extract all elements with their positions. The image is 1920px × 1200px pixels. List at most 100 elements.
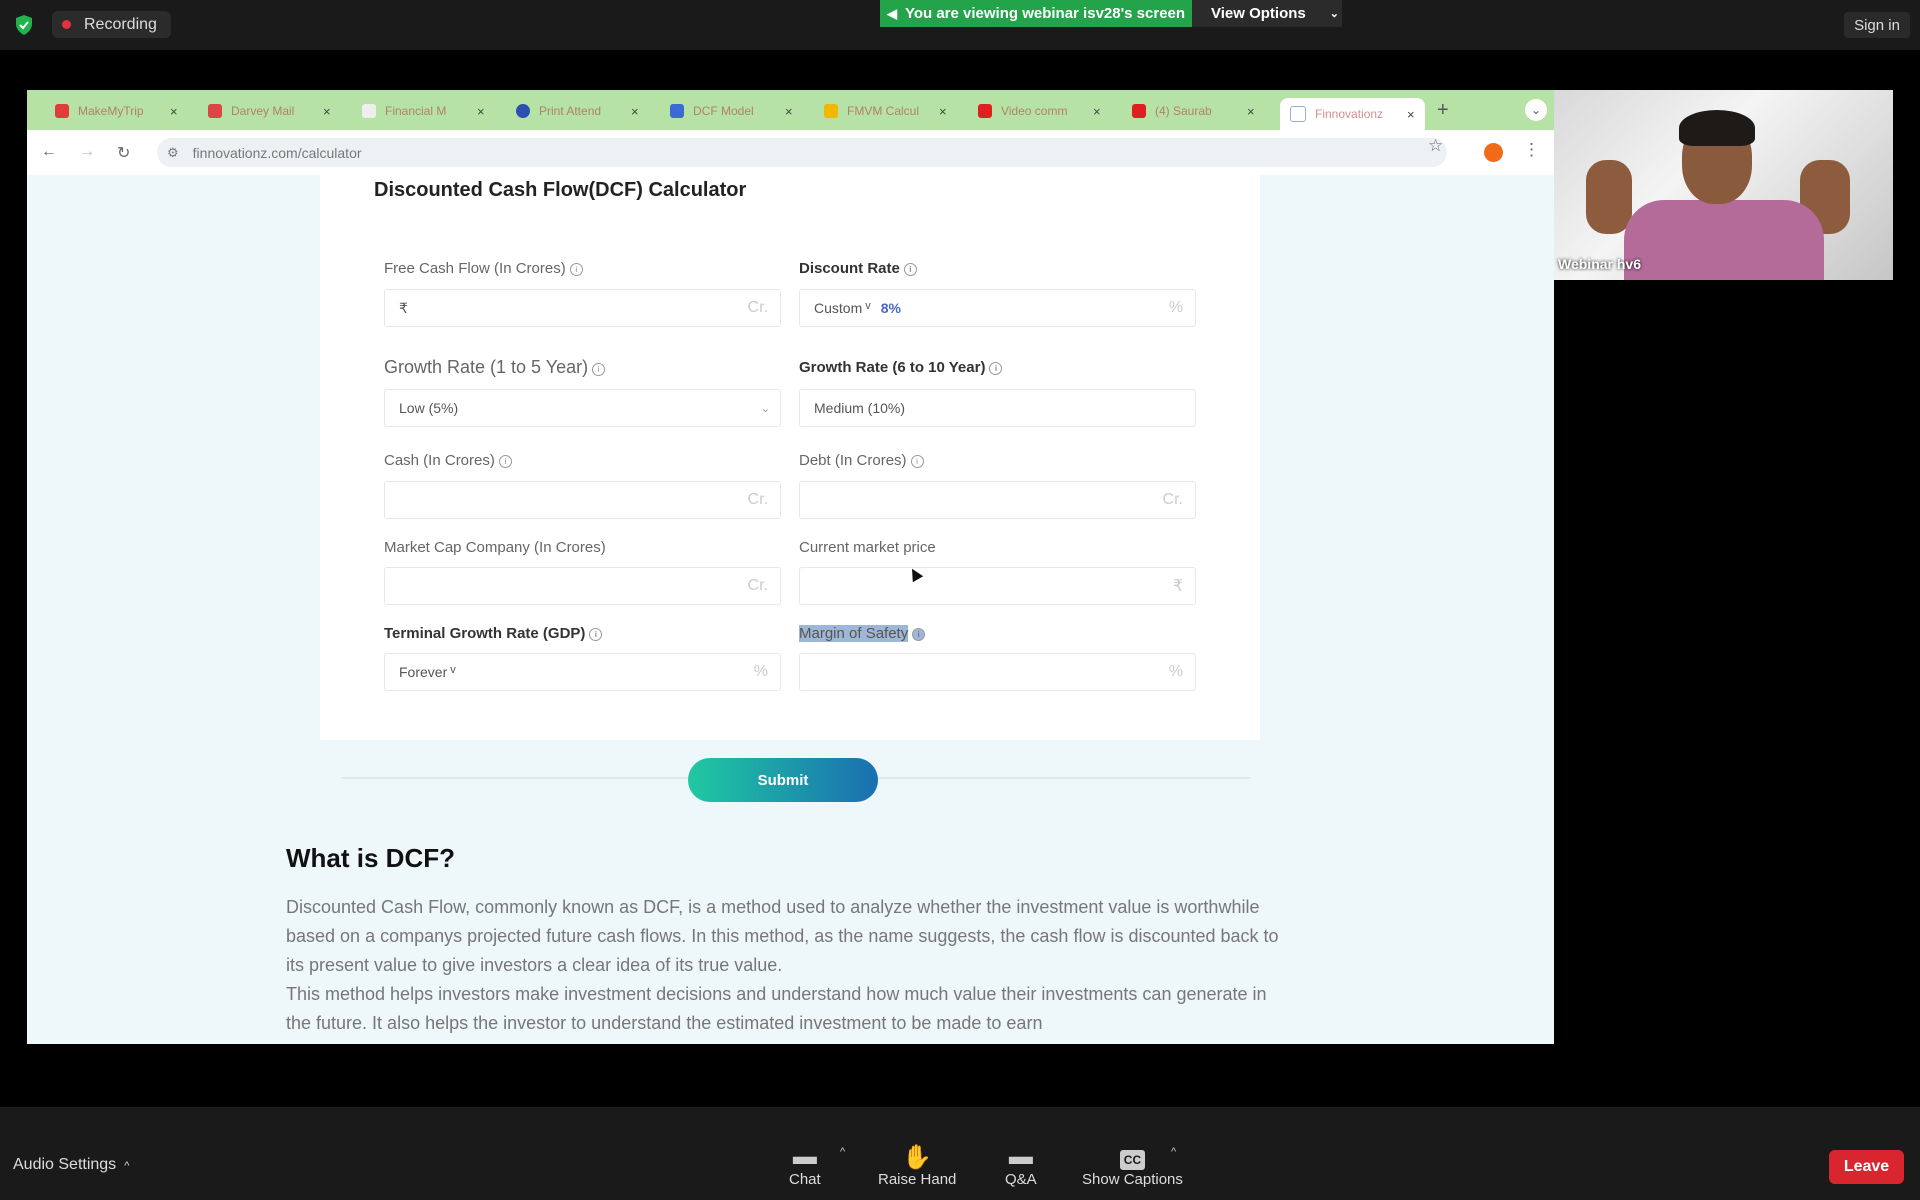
view-options-label: View Options	[1211, 5, 1306, 22]
reload-icon[interactable]: ↻	[117, 143, 130, 163]
info-icon[interactable]: i	[589, 628, 603, 641]
close-tab-icon[interactable]: ×	[631, 104, 639, 119]
close-tab-icon[interactable]: ×	[170, 104, 178, 119]
browser-menu-icon[interactable]: ⋮	[1523, 140, 1540, 160]
cash-input[interactable]: Cr.	[384, 481, 781, 519]
tab-label: Print Attend	[539, 104, 602, 118]
tab-label: Finnovationz	[1315, 107, 1384, 121]
info-icon[interactable]: i	[569, 263, 583, 276]
browser-tab-active[interactable]: Finnovationz ×	[1280, 98, 1425, 130]
current-price-label: Current market price	[799, 539, 936, 556]
participant-video[interactable]: Webinar hv6	[1554, 90, 1893, 280]
chevron-up-icon[interactable]: ^	[1171, 1146, 1176, 1158]
browser-tab[interactable]: Financial M ×	[362, 98, 485, 124]
qa-label: Q&A	[1005, 1171, 1037, 1188]
zoom-bottom-bar	[0, 1107, 1920, 1200]
recording-indicator[interactable]: Recording	[52, 11, 171, 38]
current-price-input[interactable]: ₹	[799, 567, 1196, 605]
profile-avatar[interactable]	[1484, 143, 1503, 162]
browser-tab[interactable]: MakeMyTrip ×	[55, 98, 178, 124]
info-icon[interactable]: i	[989, 362, 1003, 375]
forward-icon[interactable]: →	[79, 143, 95, 161]
tab-label: DCF Model	[693, 104, 754, 118]
tab-label: MakeMyTrip	[78, 104, 144, 118]
sign-in-button[interactable]: Sign in	[1844, 12, 1910, 38]
growth-1-5-select[interactable]: Low (5%) ⌄	[384, 389, 781, 427]
close-tab-icon[interactable]: ×	[1407, 107, 1415, 122]
close-tab-icon[interactable]: ×	[939, 104, 947, 119]
debt-input[interactable]: Cr.	[799, 481, 1196, 519]
raise-hand-button[interactable]: ✋ Raise Hand	[878, 1143, 956, 1188]
close-tab-icon[interactable]: ×	[1093, 104, 1101, 119]
audio-settings-button[interactable]: Audio Settings ^	[13, 1156, 129, 1174]
url-text: finnovationz.com/calculator	[192, 144, 362, 161]
new-tab-icon[interactable]: +	[1437, 99, 1449, 122]
free-cash-flow-label: Free Cash Flow (In Crores) i	[384, 260, 583, 277]
browser-tab[interactable]: Video comm ×	[978, 98, 1101, 124]
browser-tab[interactable]: DCF Model ×	[670, 98, 793, 124]
leave-button[interactable]: Leave	[1829, 1150, 1904, 1184]
unit-suffix: Cr.	[747, 299, 768, 316]
unit-suffix: %	[1168, 663, 1183, 680]
qa-button[interactable]: ▬ Q&A	[1005, 1143, 1037, 1188]
unit-suffix: Cr.	[747, 491, 768, 508]
unit-suffix: %	[1168, 299, 1183, 316]
free-cash-flow-input[interactable]: ₹ Cr.	[384, 289, 781, 327]
label-text: Discount Rate	[799, 260, 900, 277]
record-dot-icon	[62, 20, 71, 29]
discount-rate-input[interactable]: Custom v 8% %	[799, 289, 1196, 327]
selected-value: Medium (10%)	[814, 400, 906, 416]
tab-label: (4) Saurab	[1155, 104, 1212, 118]
info-icon[interactable]: i	[903, 263, 917, 276]
chevron-down-icon: ⌄	[760, 402, 770, 415]
info-icon[interactable]: i	[912, 628, 926, 641]
discount-mode-select[interactable]: Custom v	[814, 300, 871, 316]
site-info-icon[interactable]: ⚙	[167, 145, 179, 161]
info-icon[interactable]: i	[910, 455, 924, 468]
view-options-button[interactable]: View Options ⌄	[1192, 0, 1342, 27]
terminal-mode-select[interactable]: Forever v	[399, 664, 456, 680]
terminal-growth-label: Terminal Growth Rate (GDP) i	[384, 625, 603, 642]
zoom-top-bar: Recording ◀ You are viewing webinar isv2…	[0, 0, 1920, 50]
tab-label: Video comm	[1001, 104, 1068, 118]
security-shield-icon[interactable]	[14, 14, 34, 36]
address-bar[interactable]: ⚙ finnovationz.com/calculator	[157, 138, 1447, 167]
chevron-down-icon: ⌄	[1329, 8, 1339, 20]
terminal-growth-input[interactable]: Forever v %	[384, 653, 781, 691]
debt-label: Debt (In Crores) i	[799, 452, 924, 469]
unit-suffix: Cr.	[1162, 491, 1183, 508]
growth-1-5-label: Growth Rate (1 to 5 Year) i	[384, 357, 606, 378]
captions-button[interactable]: CC Show Captions	[1082, 1143, 1183, 1188]
shared-screen: MakeMyTrip × Darvey Mail × Financial M ×…	[27, 90, 1554, 1044]
browser-tab[interactable]: Print Attend ×	[516, 98, 639, 124]
browser-tab-strip: MakeMyTrip × Darvey Mail × Financial M ×…	[27, 90, 1554, 130]
chevron-up-icon[interactable]: ^	[840, 1146, 845, 1158]
info-icon[interactable]: i	[592, 363, 606, 376]
back-icon[interactable]: ←	[41, 143, 57, 161]
market-cap-input[interactable]: Cr.	[384, 567, 781, 605]
chevron-up-icon[interactable]: ^	[124, 1160, 129, 1172]
bookmark-star-icon[interactable]: ☆	[1428, 136, 1443, 156]
close-tab-icon[interactable]: ×	[1247, 104, 1255, 119]
close-tab-icon[interactable]: ×	[323, 104, 331, 119]
unit-suffix: Cr.	[747, 577, 768, 594]
chat-button[interactable]: ▬ Chat	[789, 1143, 821, 1188]
close-tab-icon[interactable]: ×	[477, 104, 485, 119]
close-tab-icon[interactable]: ×	[785, 104, 793, 119]
unit-suffix: %	[753, 663, 768, 680]
selected-value: Low (5%)	[399, 400, 459, 416]
discount-rate-value: 8%	[880, 300, 901, 316]
submit-button[interactable]: Submit	[688, 758, 878, 802]
label-text: Terminal Growth Rate (GDP)	[384, 625, 586, 642]
growth-6-10-select[interactable]: Medium (10%)	[799, 389, 1196, 427]
tab-label: Financial M	[385, 104, 447, 118]
web-page: Discounted Cash Flow(DCF) Calculator Fre…	[27, 175, 1554, 1044]
label-text: Debt (In Crores)	[799, 452, 907, 469]
tab-search-icon[interactable]: ⌄	[1525, 99, 1547, 121]
browser-tab[interactable]: Darvey Mail ×	[208, 98, 331, 124]
browser-tab[interactable]: FMVM Calcul ×	[824, 98, 947, 124]
tab-favicon-icon	[978, 104, 992, 118]
info-icon[interactable]: i	[498, 455, 512, 468]
margin-of-safety-input[interactable]: %	[799, 653, 1196, 691]
browser-tab[interactable]: (4) Saurab ×	[1132, 98, 1255, 124]
